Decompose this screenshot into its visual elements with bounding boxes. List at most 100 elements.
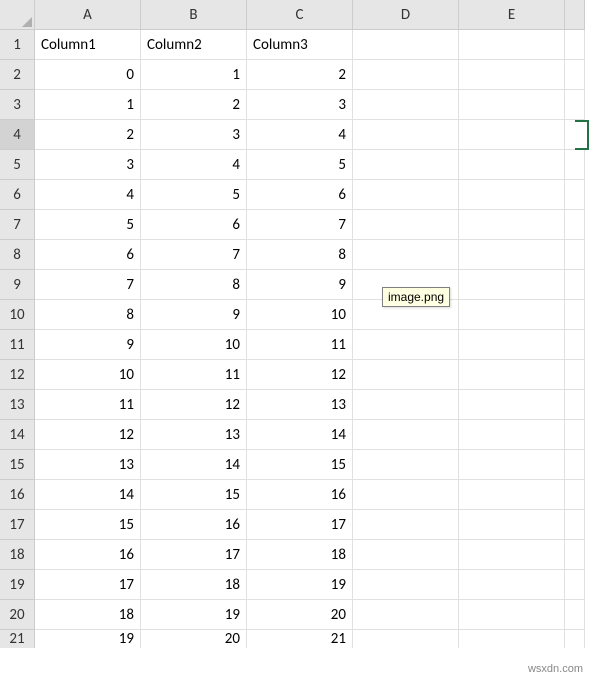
cell-D18[interactable]	[353, 540, 459, 570]
cell-D7[interactable]	[353, 210, 459, 240]
cell-B17[interactable]: 16	[141, 510, 247, 540]
cell-D6[interactable]	[353, 180, 459, 210]
cell-edge-12[interactable]	[565, 360, 585, 390]
cell-D3[interactable]	[353, 90, 459, 120]
row-header-2[interactable]: 2	[0, 60, 35, 90]
cell-A5[interactable]: 3	[35, 150, 141, 180]
cell-B15[interactable]: 14	[141, 450, 247, 480]
spreadsheet-grid[interactable]: ABCDE1Column1Column2Column32012312342345…	[0, 0, 589, 660]
cell-B11[interactable]: 10	[141, 330, 247, 360]
column-header-D[interactable]: D	[353, 0, 459, 30]
column-header-E[interactable]: E	[459, 0, 565, 30]
cell-B21[interactable]: 20	[141, 630, 247, 648]
row-header-10[interactable]: 10	[0, 300, 35, 330]
cell-A21[interactable]: 19	[35, 630, 141, 648]
cell-C18[interactable]: 18	[247, 540, 353, 570]
cell-D12[interactable]	[353, 360, 459, 390]
row-header-15[interactable]: 15	[0, 450, 35, 480]
row-header-9[interactable]: 9	[0, 270, 35, 300]
cell-edge-7[interactable]	[565, 210, 585, 240]
cell-E4[interactable]	[459, 120, 565, 150]
cell-C3[interactable]: 3	[247, 90, 353, 120]
cell-B14[interactable]: 13	[141, 420, 247, 450]
cell-C12[interactable]: 12	[247, 360, 353, 390]
cell-edge-13[interactable]	[565, 390, 585, 420]
cell-C10[interactable]: 10	[247, 300, 353, 330]
select-all-corner[interactable]	[0, 0, 35, 30]
cell-D8[interactable]	[353, 240, 459, 270]
cell-B2[interactable]: 1	[141, 60, 247, 90]
row-header-3[interactable]: 3	[0, 90, 35, 120]
row-header-11[interactable]: 11	[0, 330, 35, 360]
cell-E1[interactable]	[459, 30, 565, 60]
cell-D14[interactable]	[353, 420, 459, 450]
cell-E5[interactable]	[459, 150, 565, 180]
cell-B13[interactable]: 12	[141, 390, 247, 420]
cell-edge-14[interactable]	[565, 420, 585, 450]
row-header-16[interactable]: 16	[0, 480, 35, 510]
cell-B7[interactable]: 6	[141, 210, 247, 240]
cell-C20[interactable]: 20	[247, 600, 353, 630]
cell-B5[interactable]: 4	[141, 150, 247, 180]
cell-C6[interactable]: 6	[247, 180, 353, 210]
row-header-18[interactable]: 18	[0, 540, 35, 570]
cell-B12[interactable]: 11	[141, 360, 247, 390]
cell-B1[interactable]: Column2	[141, 30, 247, 60]
row-header-1[interactable]: 1	[0, 30, 35, 60]
cell-A9[interactable]: 7	[35, 270, 141, 300]
cell-E8[interactable]	[459, 240, 565, 270]
cell-E16[interactable]	[459, 480, 565, 510]
cell-E11[interactable]	[459, 330, 565, 360]
cell-E10[interactable]	[459, 300, 565, 330]
cell-edge-10[interactable]	[565, 300, 585, 330]
cell-D15[interactable]	[353, 450, 459, 480]
cell-D17[interactable]	[353, 510, 459, 540]
row-header-17[interactable]: 17	[0, 510, 35, 540]
cell-edge-17[interactable]	[565, 510, 585, 540]
cell-E2[interactable]	[459, 60, 565, 90]
cell-E13[interactable]	[459, 390, 565, 420]
cell-A20[interactable]: 18	[35, 600, 141, 630]
row-header-21[interactable]: 21	[0, 630, 35, 648]
cell-C15[interactable]: 15	[247, 450, 353, 480]
row-header-20[interactable]: 20	[0, 600, 35, 630]
cell-D13[interactable]	[353, 390, 459, 420]
cell-E9[interactable]	[459, 270, 565, 300]
column-header-A[interactable]: A	[35, 0, 141, 30]
cell-A8[interactable]: 6	[35, 240, 141, 270]
cell-D1[interactable]	[353, 30, 459, 60]
row-header-13[interactable]: 13	[0, 390, 35, 420]
row-header-8[interactable]: 8	[0, 240, 35, 270]
cell-A10[interactable]: 8	[35, 300, 141, 330]
cell-edge-8[interactable]	[565, 240, 585, 270]
column-header-edge[interactable]	[565, 0, 585, 30]
cell-C14[interactable]: 14	[247, 420, 353, 450]
row-header-14[interactable]: 14	[0, 420, 35, 450]
row-header-19[interactable]: 19	[0, 570, 35, 600]
cell-C11[interactable]: 11	[247, 330, 353, 360]
cell-C21[interactable]: 21	[247, 630, 353, 648]
row-header-7[interactable]: 7	[0, 210, 35, 240]
cell-D16[interactable]	[353, 480, 459, 510]
cell-edge-19[interactable]	[565, 570, 585, 600]
cell-B9[interactable]: 8	[141, 270, 247, 300]
column-header-B[interactable]: B	[141, 0, 247, 30]
cell-C5[interactable]: 5	[247, 150, 353, 180]
cell-edge-1[interactable]	[565, 30, 585, 60]
row-header-12[interactable]: 12	[0, 360, 35, 390]
cell-C13[interactable]: 13	[247, 390, 353, 420]
cell-E15[interactable]	[459, 450, 565, 480]
cell-B18[interactable]: 17	[141, 540, 247, 570]
cell-E20[interactable]	[459, 600, 565, 630]
cell-C17[interactable]: 17	[247, 510, 353, 540]
cell-A17[interactable]: 15	[35, 510, 141, 540]
cell-B6[interactable]: 5	[141, 180, 247, 210]
cell-edge-16[interactable]	[565, 480, 585, 510]
cell-C9[interactable]: 9	[247, 270, 353, 300]
row-header-5[interactable]: 5	[0, 150, 35, 180]
cell-C1[interactable]: Column3	[247, 30, 353, 60]
cell-A6[interactable]: 4	[35, 180, 141, 210]
cell-B10[interactable]: 9	[141, 300, 247, 330]
cell-E14[interactable]	[459, 420, 565, 450]
cell-D2[interactable]	[353, 60, 459, 90]
